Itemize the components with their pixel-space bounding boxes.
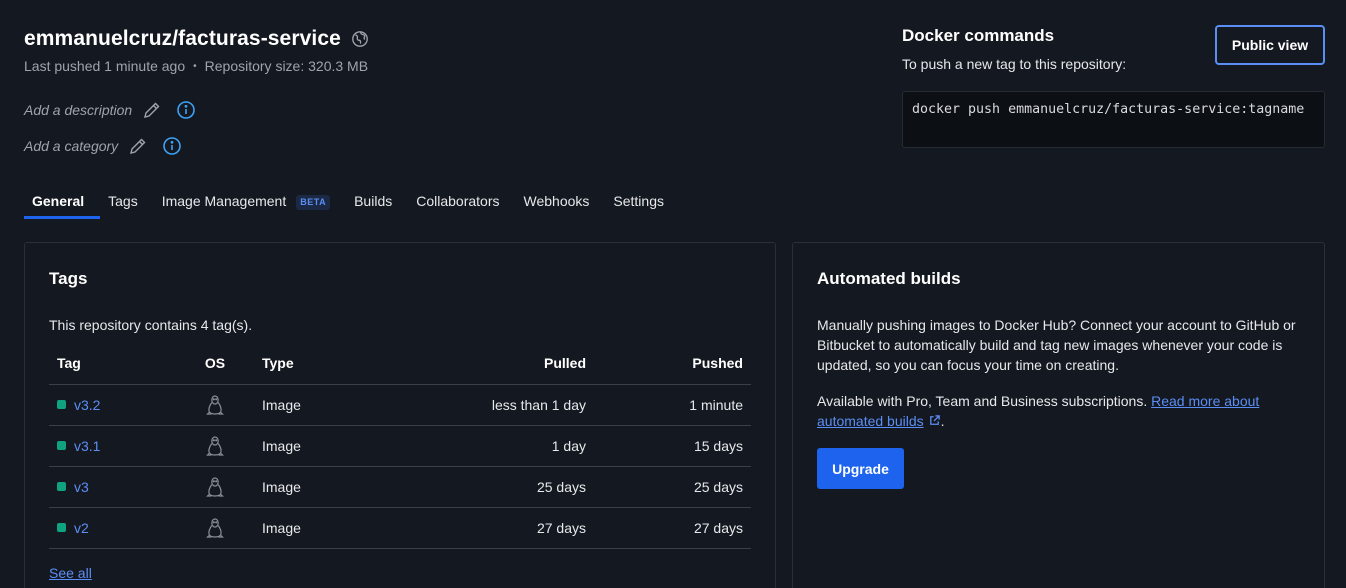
tag-pushed: 25 days	[594, 466, 751, 508]
automated-builds-description: Manually pushing images to Docker Hub? C…	[817, 317, 1296, 373]
tab-tags[interactable]: Tags	[100, 190, 154, 219]
tag-link[interactable]: v3	[74, 479, 89, 495]
add-category-text[interactable]: Add a category	[24, 138, 118, 154]
tag-link[interactable]: v3.2	[74, 397, 100, 413]
tag-type: Image	[236, 425, 354, 467]
public-view-button[interactable]: Public view	[1215, 25, 1325, 65]
tag-type: Image	[236, 507, 354, 549]
tab-webhooks-label: Webhooks	[523, 193, 590, 209]
availability-period: .	[940, 413, 945, 429]
tab-image-management-label: Image Management	[161, 193, 287, 209]
column-header-type: Type	[236, 343, 354, 385]
repo-size-text: Repository size: 320.3 MB	[204, 58, 369, 74]
availability-text: Available with Pro, Team and Business su…	[817, 393, 1148, 409]
linux-icon	[206, 476, 224, 498]
tab-image-management[interactable]: Image Management BETA	[154, 190, 346, 219]
description-row: Add a description	[24, 100, 196, 120]
tab-general[interactable]: General	[24, 190, 101, 219]
column-header-tag: Tag	[49, 343, 194, 385]
meta-separator: •	[193, 60, 197, 72]
tag-pulled: 1 day	[354, 425, 594, 467]
linux-icon	[206, 517, 224, 539]
tag-pushed: 15 days	[594, 425, 751, 467]
pencil-icon[interactable]	[142, 100, 162, 120]
external-link-icon	[928, 414, 941, 427]
linux-icon	[206, 435, 224, 457]
tag-pulled: 25 days	[354, 466, 594, 508]
tab-collaborators-label: Collaborators	[416, 193, 500, 209]
automated-builds-panel: Automated builds Manually pushing images…	[792, 242, 1325, 588]
tag-pushed: 27 days	[594, 507, 751, 549]
tab-webhooks[interactable]: Webhooks	[516, 190, 606, 219]
tab-general-label: General	[32, 193, 85, 209]
add-description-text[interactable]: Add a description	[24, 102, 132, 118]
table-row: v3 Image 25 days 25 days	[49, 466, 751, 508]
table-row: v3.1 Image 1 day 15 days	[49, 425, 751, 467]
tag-type: Image	[236, 384, 354, 426]
last-pushed-text: Last pushed 1 minute ago	[24, 58, 186, 74]
tag-link[interactable]: v2	[74, 520, 89, 536]
tag-link[interactable]: v3.1	[74, 438, 100, 454]
tag-count-text: This repository contains 4 tag(s).	[49, 317, 253, 333]
category-row: Add a category	[24, 136, 182, 156]
tag-pulled: less than 1 day	[354, 384, 594, 426]
tab-tags-label: Tags	[108, 193, 138, 209]
docker-push-command[interactable]: docker push emmanuelcruz/facturas-servic…	[902, 91, 1325, 148]
table-row: v3.2 Image less than 1 day 1 minute	[49, 384, 751, 426]
repo-header: emmanuelcruz/facturas-service	[24, 27, 369, 51]
tags-panel-title: Tags	[49, 269, 88, 288]
pencil-icon[interactable]	[128, 136, 148, 156]
table-header-row: Tag OS Type Pulled Pushed	[49, 343, 751, 385]
upgrade-button[interactable]: Upgrade	[817, 448, 904, 489]
see-all-link[interactable]: See all	[49, 565, 92, 581]
linux-icon	[206, 394, 224, 416]
column-header-pulled: Pulled	[354, 343, 594, 385]
tab-collaborators[interactable]: Collaborators	[408, 190, 515, 219]
tags-panel: Tags This repository contains 4 tag(s). …	[24, 242, 776, 588]
tag-pulled: 27 days	[354, 507, 594, 549]
automated-builds-title: Automated builds	[817, 269, 961, 288]
globe-icon	[351, 30, 369, 48]
repo-tabs: General Tags Image Management BETA Builds…	[24, 190, 680, 219]
tag-status-indicator	[57, 441, 66, 450]
tab-settings[interactable]: Settings	[605, 190, 680, 219]
tab-builds-label: Builds	[354, 193, 393, 209]
tag-type: Image	[236, 466, 354, 508]
tag-pushed: 1 minute	[594, 384, 751, 426]
beta-badge: BETA	[296, 195, 331, 210]
info-icon[interactable]	[162, 136, 182, 156]
repo-title: emmanuelcruz/facturas-service	[24, 27, 341, 50]
tab-builds[interactable]: Builds	[346, 190, 408, 219]
repository-page: emmanuelcruz/facturas-service Last pushe…	[0, 0, 1346, 588]
automated-builds-availability: Available with Pro, Team and Business su…	[817, 391, 1307, 431]
info-icon[interactable]	[176, 100, 196, 120]
tab-settings-label: Settings	[613, 193, 664, 209]
tag-status-indicator	[57, 482, 66, 491]
table-row: v2 Image 27 days 27 days	[49, 507, 751, 549]
column-header-pushed: Pushed	[594, 343, 751, 385]
column-header-os: OS	[194, 343, 236, 385]
tags-table: Tag OS Type Pulled Pushed v3.2 Image les…	[49, 343, 751, 549]
tag-status-indicator	[57, 523, 66, 532]
repo-meta: Last pushed 1 minute ago • Repository si…	[24, 58, 368, 74]
tag-status-indicator	[57, 400, 66, 409]
